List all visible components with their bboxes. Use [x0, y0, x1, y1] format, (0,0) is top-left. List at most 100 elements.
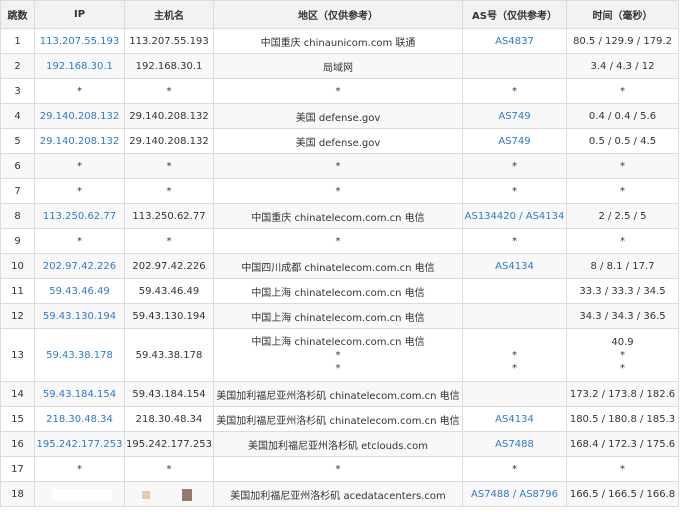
table-row: 8 113.250.62.77 113.250.62.77 中国重庆 chinatel…: [0, 203, 679, 229]
ip-link[interactable]: 29.140.208.132: [40, 136, 120, 147]
as-link[interactable]: AS7488: [471, 489, 510, 500]
as-cell: [462, 53, 567, 79]
hostname-cell: 192.168.30.1: [124, 53, 214, 79]
hostname-text: 202.97.42.226: [132, 260, 206, 272]
header-as: AS号（仅供参考）: [462, 0, 567, 29]
table-body: 1 113.207.55.193 113.207.55.193 中国重庆 chinau…: [0, 28, 679, 507]
ip-cell: *: [34, 153, 125, 179]
ip-cell: 113.207.55.193: [34, 28, 125, 54]
hostname-text: 59.43.130.194: [132, 310, 206, 322]
hop-cell: 14: [0, 381, 35, 407]
region-cell: *: [213, 228, 463, 254]
traceroute-results: 跳数 IP 主机名 地区（仅供参考） AS号（仅供参考） 时间（毫秒） 1 1 13…: [0, 0, 679, 507]
as-link[interactable]: AS8796: [519, 489, 558, 500]
as-cell: AS134420 / AS4134: [462, 203, 567, 229]
ip-link[interactable]: 202.97.42.226: [43, 261, 116, 272]
hostname-text: 59.43.46.49: [138, 285, 200, 297]
region-cell: 美国 defense.gov: [213, 103, 463, 129]
time-cell: *: [566, 228, 679, 254]
time-cell: 0.5 / 0.5 / 4.5: [566, 128, 679, 154]
region-cell: 中国重庆 chinatelecom.com.cn 电信: [213, 203, 463, 229]
ip-link[interactable]: 59.43.130.194: [43, 311, 116, 322]
as-cell: *: [462, 456, 567, 482]
region-line: *: [335, 349, 341, 361]
time-cell: *: [566, 153, 679, 179]
hop-number: 6: [14, 160, 21, 172]
as-cell: AS4837: [462, 28, 567, 54]
as-cell: *: [462, 228, 567, 254]
as-link[interactable]: AS4134: [495, 261, 534, 272]
hop-number: 7: [14, 185, 21, 197]
ip-link[interactable]: 218.30.48.34: [46, 414, 113, 425]
ip-link[interactable]: 59.43.46.49: [49, 286, 109, 297]
time-cell: 166.5 / 166.5 / 166.8: [566, 481, 679, 507]
ip-link[interactable]: 113.250.62.77: [43, 211, 116, 222]
hostname-cell: 218.30.48.34: [124, 406, 214, 432]
hop-cell: 18: [0, 481, 35, 507]
ip-link[interactable]: 192.168.30.1: [46, 61, 113, 72]
region-cell: 中国上海 chinatelecom.com.cn 电信: [213, 278, 463, 304]
hop-number: 11: [11, 285, 24, 297]
header-time: 时间（毫秒）: [566, 0, 679, 29]
time-cell: 80.5 / 129.9 / 179.2: [566, 28, 679, 54]
as-cell: AS7488 / AS8796: [462, 481, 567, 507]
table-row: 14 59.43.184.154 59.43.184.154 美国加利福尼亚州洛杉矶 …: [0, 381, 679, 407]
time-text: *: [620, 85, 625, 97]
hostname-text: 29.140.208.132: [129, 110, 209, 122]
region-cell: 美国 defense.gov: [213, 128, 463, 154]
as-link[interactable]: AS4134: [495, 414, 534, 425]
as-link[interactable]: AS4134: [526, 211, 565, 222]
ip-link[interactable]: 195.242.177.253: [37, 439, 123, 450]
header-region: 地区（仅供参考）: [213, 0, 463, 29]
hop-number: 10: [11, 260, 24, 272]
time-text: 168.4 / 172.3 / 175.6: [569, 438, 676, 450]
as-link[interactable]: AS4837: [495, 36, 534, 47]
ip-text: *: [77, 463, 82, 475]
hostname-cell: *: [124, 456, 214, 482]
ip-cell: 192.168.30.1: [34, 53, 125, 79]
time-text: 0.4 / 0.4 / 5.6: [588, 110, 657, 122]
region-text: 中国上海 chinatelecom.com.cn 电信: [251, 312, 425, 324]
ip-link[interactable]: 113.207.55.193: [40, 36, 120, 47]
time-text: 0.5 / 0.5 / 4.5: [588, 135, 657, 147]
time-text: 80.5 / 129.9 / 179.2: [573, 35, 672, 47]
as-link[interactable]: AS7488: [495, 439, 534, 450]
time-cell: *: [566, 78, 679, 104]
hop-cell: 9: [0, 228, 35, 254]
ip-cell: 218.30.48.34: [34, 406, 125, 432]
as-link[interactable]: AS134420: [465, 211, 516, 222]
header-ip: IP: [34, 0, 125, 29]
hop-cell: 15: [0, 406, 35, 432]
hop-cell: 2: [0, 53, 35, 79]
ip-link[interactable]: 59.43.184.154: [43, 389, 116, 400]
ip-link[interactable]: 59.43.38.178: [46, 350, 113, 361]
hostname-cell: *: [124, 228, 214, 254]
as-cell: AS749: [462, 128, 567, 154]
time-line: *: [620, 362, 625, 374]
region-text: *: [335, 185, 341, 197]
table-row: 12 59.43.130.194 59.43.130.194 中国上海 chinate…: [0, 303, 679, 329]
ip-link[interactable]: 29.140.208.132: [40, 111, 120, 122]
hop-cell: 11: [0, 278, 35, 304]
hostname-text: 195.242.177.253: [126, 438, 212, 450]
header-row: 跳数 IP 主机名 地区（仅供参考） AS号（仅供参考） 时间（毫秒）: [0, 0, 679, 29]
hop-cell: 8: [0, 203, 35, 229]
table-row: 11 59.43.46.49 59.43.46.49 中国上海 chinateleco…: [0, 278, 679, 304]
hostname-cell: 29.140.208.132: [124, 128, 214, 154]
table-row: 13 59.43.38.178 59.43.38.178 中国上海 chinatele…: [0, 328, 679, 382]
hop-number: 18: [11, 488, 24, 500]
ip-cell: *: [34, 178, 125, 204]
as-link[interactable]: AS749: [498, 136, 530, 147]
hostname-text: *: [166, 160, 172, 172]
hop-cell: 10: [0, 253, 35, 279]
as-link[interactable]: AS749: [498, 111, 530, 122]
region-cell: 美国加利福尼亚州洛杉矶 etclouds.com: [213, 431, 463, 457]
table-row: 16 195.242.177.253 195.242.177.253 美国加利福尼亚州…: [0, 431, 679, 457]
hostname-cell: *: [124, 78, 214, 104]
region-cell: *: [213, 456, 463, 482]
table-row: 15 218.30.48.34 218.30.48.34 美国加利福尼亚州洛杉矶 ch…: [0, 406, 679, 432]
region-cell: 美国加利福尼亚州洛杉矶 chinatelecom.com.cn 电信: [213, 406, 463, 432]
time-cell: 8 / 8.1 / 17.7: [566, 253, 679, 279]
hop-cell: 3: [0, 78, 35, 104]
hostname-cell: 29.140.208.132: [124, 103, 214, 129]
